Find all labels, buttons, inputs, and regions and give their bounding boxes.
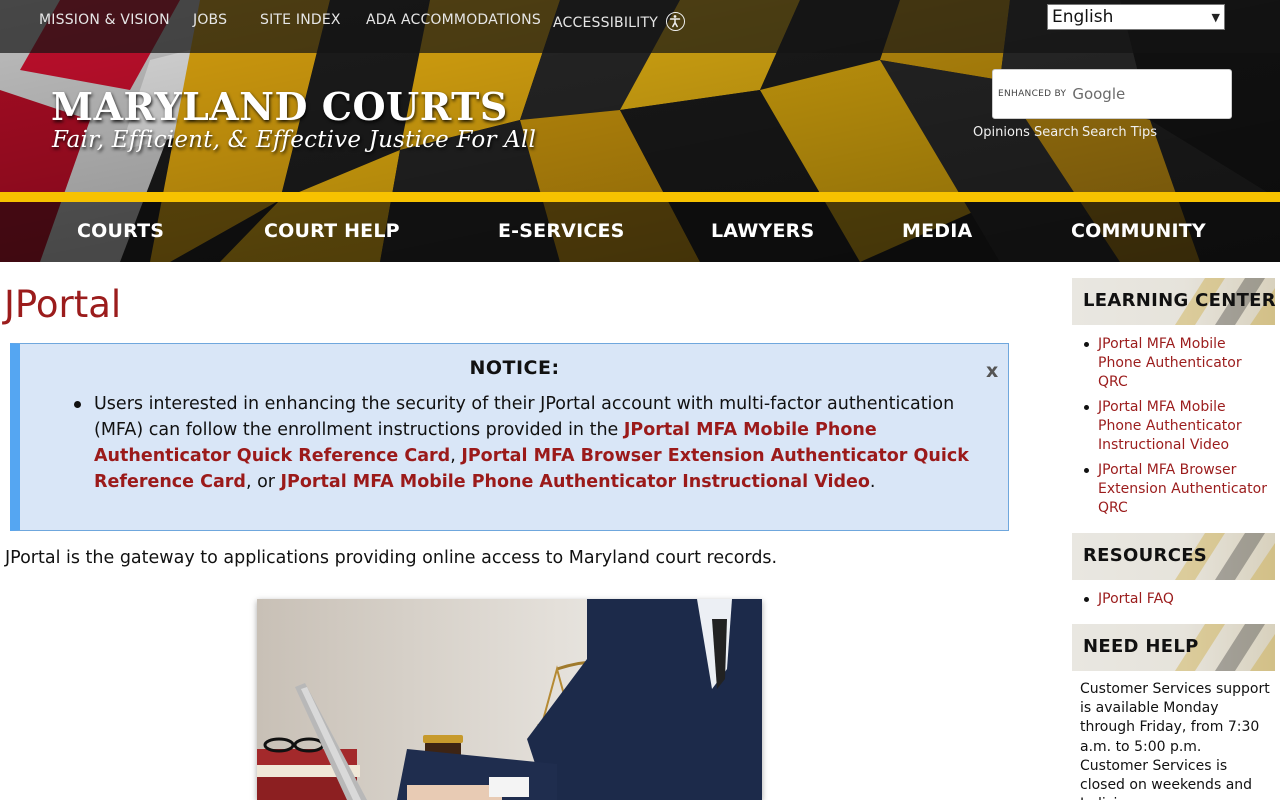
nav-court-help[interactable]: COURT HELP — [264, 220, 400, 242]
sidebar-link-instructional-video[interactable]: JPortal MFA Mobile Phone Authenticator I… — [1084, 398, 1268, 455]
need-help-heading: NEED HELP — [1072, 624, 1275, 671]
site-title[interactable]: MARYLAND COURTS — [51, 84, 508, 129]
notice-list-item: Users interested in enhancing the securi… — [74, 391, 994, 495]
sidebar-link-browser-qrc[interactable]: JPortal MFA Browser Extension Authentica… — [1084, 461, 1268, 518]
accessibility-link[interactable]: ACCESSIBILITY — [553, 12, 685, 31]
need-help-text: Customer Services support is available M… — [1080, 681, 1270, 800]
bullet-icon — [74, 401, 81, 408]
notice-separator: , — [450, 446, 462, 466]
main-navigation: COURTS COURT HELP E-SERVICES LAWYERS MED… — [0, 202, 1280, 262]
search-tips-link[interactable]: Search Tips — [1082, 125, 1157, 140]
learning-center-title: LEARNING CENTER — [1083, 290, 1275, 311]
need-help-title: NEED HELP — [1083, 636, 1199, 657]
notice-period: . — [869, 472, 876, 492]
notice-separator: , or — [245, 472, 281, 492]
instructional-video-link[interactable]: JPortal MFA Mobile Phone Authenticator I… — [281, 472, 870, 492]
intro-paragraph: JPortal is the gateway to applications p… — [5, 548, 778, 568]
nav-media[interactable]: MEDIA — [902, 220, 972, 242]
language-selected-value: English — [1052, 7, 1114, 27]
google-logo-icon: Google — [1072, 85, 1126, 103]
sidebar-link-jportal-faq[interactable]: JPortal FAQ — [1084, 590, 1268, 609]
judge-at-laptop-image — [257, 599, 762, 800]
site-header: MISSION & VISION JOBS SITE INDEX ADA ACC… — [0, 0, 1280, 262]
resources-heading: RESOURCES — [1072, 533, 1275, 580]
page-title: JPortal — [4, 283, 122, 326]
learning-center-list: JPortal MFA Mobile Phone Authenticator Q… — [1084, 335, 1268, 524]
opinions-search-link[interactable]: Opinions Search — [973, 125, 1079, 140]
nav-lawyers[interactable]: LAWYERS — [711, 220, 814, 242]
notice-box: NOTICE: x Users interested in enhancing … — [10, 343, 1009, 531]
mission-vision-link[interactable]: MISSION & VISION — [39, 12, 170, 28]
ada-accommodations-link[interactable]: ADA ACCOMMODATIONS — [366, 12, 541, 28]
resources-title: RESOURCES — [1083, 545, 1208, 566]
close-icon[interactable]: x — [986, 360, 998, 382]
utility-bar: MISSION & VISION JOBS SITE INDEX ADA ACC… — [0, 0, 1280, 53]
sidebar-link-mobile-qrc[interactable]: JPortal MFA Mobile Phone Authenticator Q… — [1084, 335, 1268, 392]
nav-community[interactable]: COMMUNITY — [1071, 220, 1206, 242]
notice-heading: NOTICE: — [469, 357, 560, 379]
jobs-link[interactable]: JOBS — [193, 12, 227, 28]
resources-list: JPortal FAQ — [1084, 590, 1268, 615]
nav-e-services[interactable]: E-SERVICES — [498, 220, 625, 242]
chevron-down-icon: ▼ — [1211, 10, 1220, 24]
accessibility-icon — [665, 12, 685, 31]
nav-courts[interactable]: COURTS — [77, 220, 164, 242]
accessibility-label: ACCESSIBILITY — [553, 15, 658, 31]
gold-divider — [0, 192, 1280, 202]
language-select[interactable]: English ▼ — [1047, 4, 1225, 30]
learning-center-heading: LEARNING CENTER — [1072, 278, 1275, 325]
enhanced-by-label: ENHANCED BY — [998, 89, 1067, 99]
site-index-link[interactable]: SITE INDEX — [260, 12, 341, 28]
search-input[interactable]: ENHANCED BY Google — [992, 69, 1232, 119]
site-tagline: Fair, Efficient, & Effective Justice For… — [52, 127, 537, 153]
